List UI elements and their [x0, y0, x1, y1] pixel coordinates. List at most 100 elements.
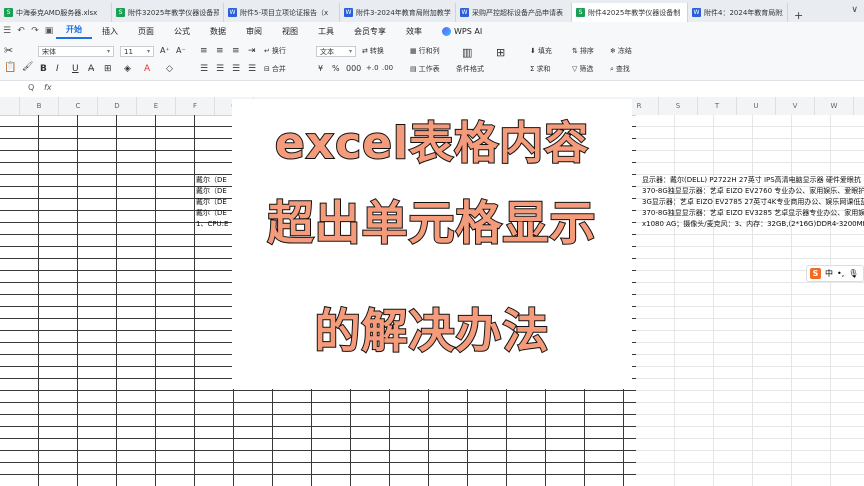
column-header[interactable]: U	[737, 97, 776, 115]
ime-toolbar[interactable]: S 中 •, 🎙	[806, 265, 864, 282]
merge-button[interactable]: ⊟ 合并	[264, 64, 286, 74]
column-header[interactable]: E	[137, 97, 176, 115]
cell-text[interactable]: 370-8G独显显示器：艺卓 EIZO EV3285 艺卓显示器专业办公、家用娱	[642, 208, 864, 218]
decimal-decrease-icon[interactable]: .00	[382, 64, 393, 72]
align-bottom-icon[interactable]: ≡	[232, 46, 240, 56]
formula-input[interactable]	[60, 81, 860, 96]
align-left-icon[interactable]: ☰	[200, 64, 208, 74]
filter-button[interactable]: ▽ 筛选	[572, 64, 593, 74]
sort-button[interactable]: ⇅ 排序	[572, 46, 594, 56]
column-header[interactable]: S	[659, 97, 698, 115]
document-tab[interactable]: W 附件5-项目立项论证报告（x	[224, 3, 340, 22]
menu-tab[interactable]: 页面	[128, 26, 164, 37]
rows-cols-button[interactable]: ▦ 行和列	[410, 46, 440, 56]
menu-tab[interactable]: 审阅	[236, 26, 272, 37]
align-top-icon[interactable]: ≡	[200, 46, 208, 56]
column-header[interactable]: C	[59, 97, 98, 115]
cell-style-icon[interactable]: ⊞	[496, 46, 505, 59]
microphone-icon[interactable]: 🎙	[848, 269, 858, 278]
select-all-corner[interactable]	[0, 97, 20, 115]
increase-font-icon[interactable]: A⁺	[160, 46, 170, 55]
menu-tab[interactable]: 开始	[56, 23, 92, 39]
border-icon[interactable]: ⊞	[104, 64, 112, 74]
column-header[interactable]: F	[176, 97, 215, 115]
conditional-format-icon[interactable]: ▥	[462, 46, 472, 59]
fill-button[interactable]: ⬇ 填充	[530, 46, 552, 56]
menu-tab[interactable]: 会员专享	[344, 26, 396, 37]
find-button[interactable]: ⌕ 查找	[610, 64, 630, 74]
convert-icon: ⇄	[362, 47, 368, 55]
document-tab[interactable]: W 采购严控超标设备产品申请表（	[456, 3, 572, 22]
redo-icon[interactable]: ↷	[28, 26, 42, 36]
ime-mode[interactable]: 中	[825, 268, 833, 279]
save-icon[interactable]: ▣	[42, 26, 56, 36]
cell-text[interactable]: 戴尔（DE	[196, 208, 227, 218]
document-file-icon: W	[460, 8, 469, 17]
strikethrough-icon[interactable]: A̶	[88, 64, 94, 74]
document-tab[interactable]: W 附件3-2024年教育局附加教学仪	[340, 3, 456, 22]
align-right-icon[interactable]: ☰	[232, 64, 240, 74]
fill-color-icon[interactable]: ◈	[124, 64, 131, 74]
hamburger-menu-icon[interactable]: ☰	[0, 26, 14, 36]
menu-tab[interactable]: 工具	[308, 26, 344, 37]
currency-icon[interactable]: ¥	[318, 64, 323, 73]
cell-text[interactable]: 3G显示器：艺卓 EIZO EV2785 27英寸4K专业商用办公、娱乐网课低蓝	[642, 197, 864, 207]
worksheet-button[interactable]: ▤ 工作表	[410, 64, 440, 74]
cell-text[interactable]: 1、CPU:E	[196, 219, 228, 229]
cell-text[interactable]: x1080 AG；摄像头/麦克风：3、内存：32GB,(2*16G)DDR4-3…	[642, 219, 864, 229]
menu-tab[interactable]: 公式	[164, 26, 200, 37]
cell-text[interactable]: 显示器：戴尔(DELL) P2722H 27英寸 IPS高清电脑显示器 硬件爱眼…	[642, 175, 861, 185]
cut-icon[interactable]: ✂	[4, 44, 13, 57]
menu-tab[interactable]: 插入	[92, 26, 128, 37]
zoom-icon[interactable]: Q	[28, 83, 34, 92]
new-tab-button[interactable]: +	[788, 9, 809, 22]
menu-tab[interactable]: 数据	[200, 26, 236, 37]
menu-tab[interactable]: 效率	[396, 26, 432, 37]
cell-text[interactable]: 戴尔（DE	[196, 197, 227, 207]
convert-button[interactable]: ⇄ 转换	[362, 46, 384, 56]
italic-icon[interactable]: I	[56, 64, 59, 74]
paste-icon[interactable]: 📋	[4, 62, 16, 73]
underline-icon[interactable]: U	[72, 64, 79, 74]
cell-text[interactable]: 370-8G独显显示器：艺卓 EIZO EV2760 专业办公、家用娱乐、爱眼护	[642, 186, 864, 196]
align-middle-icon[interactable]: ≡	[216, 46, 224, 56]
percent-icon[interactable]: %	[332, 64, 340, 73]
indent-icon[interactable]: ⇥	[248, 46, 256, 56]
font-size-select[interactable]: 11 ▾	[120, 46, 154, 57]
column-header[interactable]: D	[98, 97, 137, 115]
column-header[interactable]: W	[815, 97, 854, 115]
ime-punctuation[interactable]: •,	[837, 269, 844, 278]
document-tab[interactable]: S 附件42025年教学仪器设备制	[572, 3, 688, 22]
bold-icon[interactable]: B	[40, 64, 47, 74]
justify-icon[interactable]: ☰	[248, 64, 256, 74]
menu-tab[interactable]: 视图	[272, 26, 308, 37]
format-painter-icon[interactable]: 🖌	[22, 62, 33, 72]
document-tab[interactable]: S 中海泰克AMD服务器.xlsx	[0, 3, 112, 22]
decrease-font-icon[interactable]: A⁻	[176, 46, 186, 55]
decimal-increase-icon[interactable]: +.0	[366, 64, 379, 72]
thousands-icon[interactable]: 000	[346, 64, 361, 73]
worksheet-icon: ▤	[410, 65, 417, 73]
tab-label: 中海泰克AMD服务器.xlsx	[16, 8, 98, 17]
document-tab[interactable]: W附件4：2024年教育局附加...	[688, 3, 788, 22]
document-tab[interactable]: S 附件32025年教学仪器设备预算	[112, 3, 224, 22]
freeze-button[interactable]: ❄ 冻结	[610, 46, 632, 56]
number-format-select[interactable]: 文本 ▾	[316, 46, 356, 57]
cell-text[interactable]: 戴尔（DE	[196, 186, 227, 196]
column-header[interactable]: B	[20, 97, 59, 115]
clear-format-icon[interactable]: ◇	[166, 64, 173, 74]
undo-icon[interactable]: ↶	[14, 26, 28, 36]
column-header[interactable]: T	[698, 97, 737, 115]
column-header[interactable]: V	[776, 97, 815, 115]
spreadsheet-grid-right[interactable]	[636, 115, 864, 486]
font-color-icon[interactable]: A	[144, 64, 150, 74]
wrap-text-button[interactable]: ↵ 换行	[264, 46, 286, 56]
window-menu-chevron-icon[interactable]: ∨	[851, 5, 858, 15]
conditional-format-button[interactable]: 条件格式	[456, 64, 484, 74]
cell-text[interactable]: 戴尔（DE	[196, 175, 227, 185]
font-name-select[interactable]: 宋体 ▾	[38, 46, 114, 57]
align-center-icon[interactable]: ☰	[216, 64, 224, 74]
sum-button[interactable]: Σ 求和	[530, 64, 550, 74]
fx-icon[interactable]: fx	[44, 83, 52, 92]
wps-ai-button[interactable]: WPS AI	[432, 26, 492, 36]
